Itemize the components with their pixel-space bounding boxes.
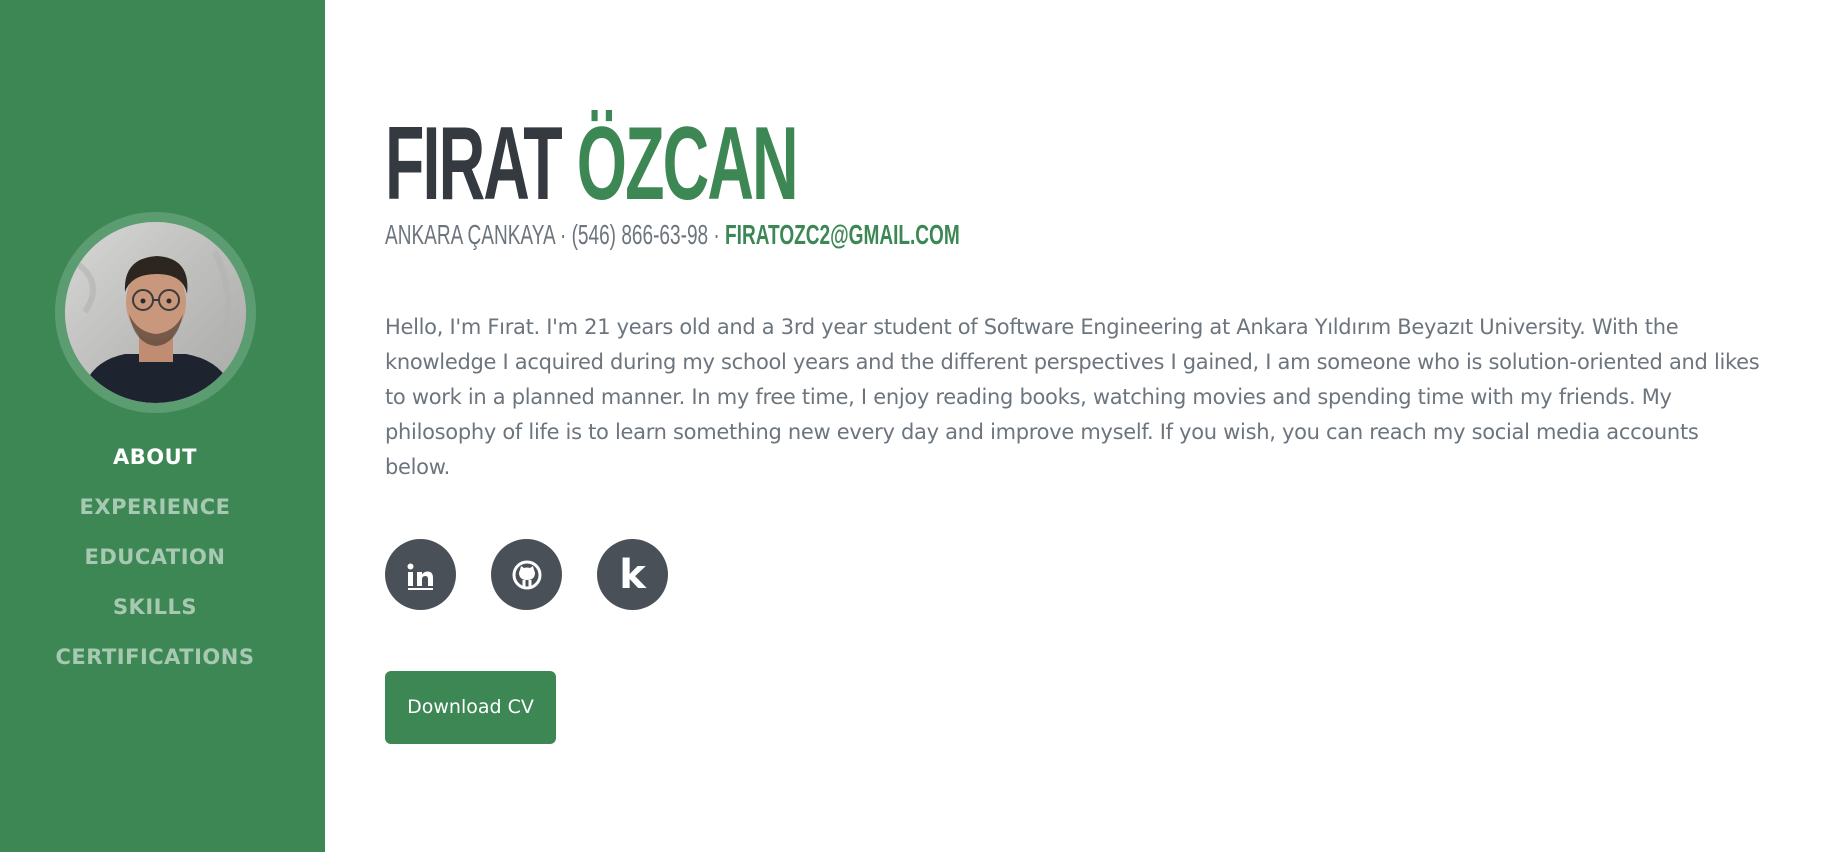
nav-item-education[interactable]: EDUCATION <box>85 540 226 574</box>
kaggle-icon[interactable]: k <box>597 539 668 610</box>
page: ABOUT EXPERIENCE EDUCATION SKILLS CERTIF… <box>0 0 1833 852</box>
last-name: ÖZCAN <box>576 106 799 222</box>
first-name: FIRAT <box>385 106 563 222</box>
nav-item-certifications[interactable]: CERTIFICATIONS <box>55 640 254 674</box>
download-cv-button[interactable]: Download CV <box>385 671 556 744</box>
kaggle-glyph: k <box>619 551 646 598</box>
page-title: FIRAT ÖZCAN <box>385 108 1067 220</box>
avatar-frame <box>55 212 256 413</box>
nav-item-skills[interactable]: SKILLS <box>113 590 197 624</box>
email-link[interactable]: FIRATOZC2@GMAIL.COM <box>725 219 960 250</box>
location-phone: ANKARA ÇANKAYA · (546) 866-63-98 · <box>385 219 726 250</box>
avatar <box>65 222 246 403</box>
social-icons: k <box>385 539 1793 610</box>
contact-line: ANKARA ÇANKAYA · (546) 866-63-98 · FIRAT… <box>385 218 1133 252</box>
nav-menu: ABOUT EXPERIENCE EDUCATION SKILLS CERTIF… <box>0 440 310 690</box>
bio-text: Hello, I'm Fırat. I'm 21 years old and a… <box>385 315 1760 479</box>
nav-item-about[interactable]: ABOUT <box>113 440 197 474</box>
linkedin-icon[interactable] <box>385 539 456 610</box>
github-icon[interactable] <box>491 539 562 610</box>
profile-photo <box>65 222 246 403</box>
about-section: FIRAT ÖZCAN ANKARA ÇANKAYA · (546) 866-6… <box>325 0 1833 852</box>
sidebar: ABOUT EXPERIENCE EDUCATION SKILLS CERTIF… <box>0 0 325 852</box>
nav-item-experience[interactable]: EXPERIENCE <box>80 490 231 524</box>
